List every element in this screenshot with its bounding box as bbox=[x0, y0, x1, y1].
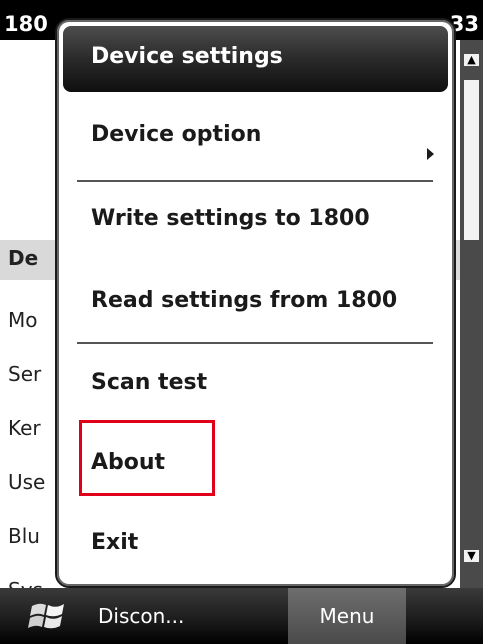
status-left-text: 180 bbox=[4, 12, 48, 36]
background-list-item[interactable]: Use bbox=[8, 470, 45, 494]
popup-menu: Device settings Device option Write sett… bbox=[55, 18, 456, 588]
left-soft-key[interactable]: Discon... bbox=[98, 604, 184, 628]
menu-item-scan-test[interactable]: Scan test bbox=[91, 370, 207, 395]
background-list-item[interactable]: Mo bbox=[8, 308, 38, 332]
scrollbar-thumb[interactable] bbox=[464, 80, 479, 240]
background-list-item[interactable]: Blu bbox=[8, 524, 40, 548]
menu-soft-key[interactable]: Menu bbox=[288, 588, 406, 644]
menu-item-device-option[interactable]: Device option bbox=[91, 122, 261, 147]
phone-screen: 180 33 De Mo Ser Ker Use Blu Sys ▲ ▼ Dev… bbox=[0, 0, 483, 644]
menu-item-exit[interactable]: Exit bbox=[91, 530, 138, 555]
submenu-arrow-icon bbox=[427, 148, 434, 160]
menu-header: Device settings bbox=[63, 26, 448, 92]
background-list-item[interactable]: Ser bbox=[8, 362, 41, 386]
background-section-header-label: De bbox=[8, 246, 39, 270]
scroll-up-arrow-icon[interactable]: ▲ bbox=[464, 54, 479, 66]
windows-flag-icon[interactable] bbox=[28, 598, 68, 634]
scroll-down-arrow-icon[interactable]: ▼ bbox=[464, 550, 479, 562]
menu-item-about[interactable]: About bbox=[91, 450, 165, 475]
scrollbar[interactable]: ▲ ▼ bbox=[460, 40, 483, 588]
soft-key-bar: Discon... Menu bbox=[0, 588, 483, 644]
menu-header-title: Device settings bbox=[91, 44, 283, 69]
menu-separator bbox=[77, 180, 433, 182]
background-list-item[interactable]: Ker bbox=[8, 416, 41, 440]
menu-item-read-settings[interactable]: Read settings from 1800 bbox=[91, 288, 397, 313]
menu-separator bbox=[77, 342, 433, 344]
menu-item-write-settings[interactable]: Write settings to 1800 bbox=[91, 206, 370, 231]
